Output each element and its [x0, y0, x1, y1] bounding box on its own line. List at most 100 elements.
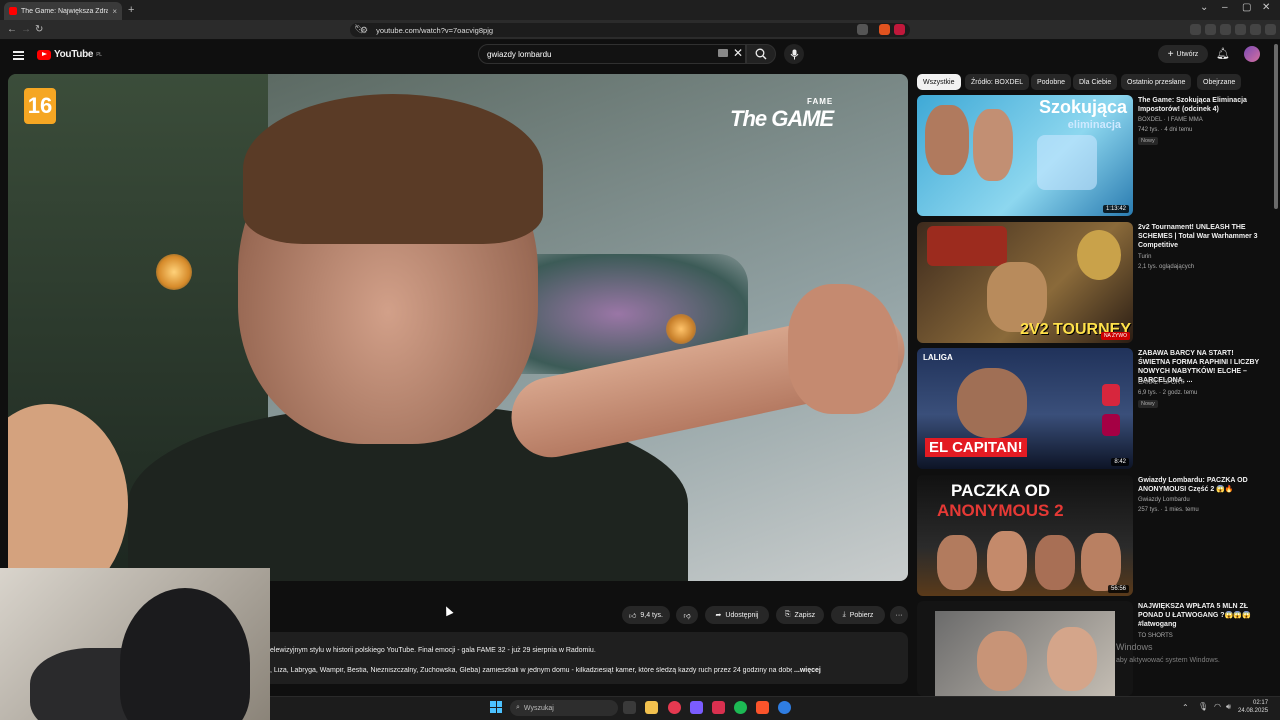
description-text: , Liza, Labryga, Wampir, Bestia, Nieznis…	[270, 667, 795, 674]
tab-title: The Game: Największa Zdrad	[21, 7, 109, 15]
forward-icon[interactable]: →	[21, 24, 31, 35]
close-window-button[interactable]: ✕	[1262, 2, 1270, 13]
thumbnail-figure	[927, 226, 1007, 266]
video-player[interactable]	[8, 74, 908, 581]
sidebar-icon[interactable]	[1205, 24, 1216, 35]
tab-search-icon[interactable]: ⌄	[1200, 2, 1208, 13]
chip-all[interactable]: Wszystkie	[917, 74, 961, 90]
hamburger-menu-icon[interactable]	[13, 49, 24, 62]
clock-date: 24.08.2025	[1238, 708, 1269, 714]
related-title[interactable]: The Game: Szokująca Eliminacja Impostoró…	[1138, 96, 1260, 114]
thumbnail-caption: PACZKA OD	[951, 481, 1051, 500]
search-input[interactable]: gwiazdy lombardu	[478, 44, 746, 64]
wifi-icon[interactable]: ◠	[1214, 702, 1221, 711]
chip-for-you[interactable]: Dla Ciebie	[1073, 74, 1118, 90]
windows-start-icon[interactable]	[490, 701, 502, 713]
create-button[interactable]: + Utwórz	[1158, 45, 1208, 63]
video-frame-lamp	[156, 254, 192, 290]
notifications-bell-icon[interactable]: 🔔︎	[1216, 47, 1230, 60]
taskbar-search[interactable]: ⌕ Wyszukaj	[510, 700, 618, 716]
webcam-overlay	[0, 568, 270, 720]
app-icon[interactable]	[712, 701, 725, 714]
related-channel[interactable]: Turin	[1138, 254, 1151, 260]
brave-rewards-icon[interactable]	[894, 24, 905, 35]
reload-icon[interactable]: ↻	[35, 24, 43, 35]
address-bar[interactable]: ⚙ youtube.com/watch?v=7oacvig8pjg	[350, 23, 910, 37]
related-thumbnail[interactable]: PACZKA OD ANONYMOUS 2 56:56	[917, 475, 1133, 596]
video-duration: 1:13:42	[1102, 205, 1129, 213]
thumbnail-caption: Szokująca	[1038, 97, 1127, 117]
related-thumbnail[interactable]: Szokująca eliminacja 1:13:42	[917, 95, 1133, 216]
discord-icon[interactable]	[690, 701, 703, 714]
user-avatar[interactable]	[1244, 46, 1260, 62]
youtube-logo[interactable]: YouTube PL	[37, 49, 102, 60]
page-scrollbar[interactable]	[1274, 44, 1278, 209]
video-frame-hand	[788, 284, 898, 414]
spotify-icon[interactable]	[734, 701, 747, 714]
brave-icon[interactable]	[756, 701, 769, 714]
related-channel[interactable]: BOXDEL · I FAME MMA	[1138, 117, 1203, 123]
microphone-icon[interactable]: 🎙︎	[1198, 702, 1208, 711]
tray-chevron-icon[interactable]: ⌃	[1182, 703, 1189, 712]
menu-icon[interactable]	[1265, 24, 1276, 35]
thumbnail-figure	[973, 109, 1013, 181]
brand-main: The GAME	[730, 106, 834, 131]
task-view-icon[interactable]	[623, 701, 636, 714]
dislike-button[interactable]: 👎︎	[676, 606, 698, 624]
club-crest-icon	[1102, 384, 1120, 406]
related-title[interactable]: 2v2 Tournament! UNLEASH THE SCHEMES | To…	[1138, 223, 1260, 250]
volume-icon[interactable]: 🔊︎	[1226, 702, 1231, 712]
file-explorer-icon[interactable]	[645, 701, 658, 714]
related-title[interactable]: Gwiazdy Lombardu: PACZKA OD ANONYMOUSI C…	[1138, 476, 1260, 494]
related-channel[interactable]: Gwiazdy Lombardu	[1138, 497, 1190, 503]
thumbnail-figure	[1081, 533, 1121, 591]
download-button[interactable]: ⤓ Pobierz	[831, 606, 885, 624]
related-title[interactable]: NAJWIĘKSZA WPŁATA 5 MLN ZŁ PONAD U ŁATWO…	[1138, 602, 1260, 629]
logo-text: YouTube	[54, 49, 94, 60]
clear-search-icon[interactable]: ✕	[733, 46, 743, 60]
keyboard-icon[interactable]	[718, 49, 728, 57]
bookmark-icon[interactable]: 🔖︎	[354, 24, 365, 35]
chip-watched[interactable]: Obejrzane	[1197, 74, 1242, 90]
maximize-button[interactable]: ▢	[1242, 2, 1251, 13]
app-icon[interactable]	[778, 701, 791, 714]
opera-icon[interactable]	[668, 701, 681, 714]
video-frame-hair	[243, 94, 543, 244]
tab-close-icon[interactable]: ×	[112, 7, 117, 16]
save-button[interactable]: ⎘ Zapisz	[776, 606, 824, 624]
download-icon: ⤓	[842, 611, 846, 618]
more-actions-button[interactable]: ···	[890, 606, 908, 624]
search-button[interactable]	[746, 44, 776, 64]
chip-recent[interactable]: Ostatnio przesłane	[1121, 74, 1192, 90]
minimize-button[interactable]: –	[1222, 2, 1228, 13]
new-badge: Nowy	[1138, 400, 1158, 408]
vpn-icon[interactable]	[1235, 24, 1246, 35]
cast-icon[interactable]	[857, 24, 868, 35]
logo-region: PL	[96, 51, 102, 58]
show-more-link[interactable]: ...więcej	[792, 667, 821, 674]
share-button[interactable]: ➦ Udostępnij	[705, 606, 769, 624]
brand-top: FAME	[807, 97, 834, 106]
related-channel[interactable]: TO SHORTS	[1138, 633, 1173, 639]
leo-icon[interactable]	[1250, 24, 1261, 35]
bookmark-add-icon: ⎘	[784, 611, 791, 618]
extension-icon[interactable]	[1190, 24, 1201, 35]
new-tab-button[interactable]: +	[128, 4, 134, 16]
brave-shield-icon[interactable]	[879, 24, 890, 35]
related-thumbnail[interactable]: 2V2 TOURNEY NA ŻYWO	[917, 222, 1133, 343]
browser-tab[interactable]: The Game: Największa Zdrad ×	[4, 2, 122, 20]
voice-search-button[interactable]	[784, 44, 804, 64]
like-button[interactable]: 👍︎ 9,4 tys.	[622, 606, 670, 624]
create-label: Utwórz	[1176, 50, 1199, 58]
related-thumbnail[interactable]	[917, 601, 1133, 696]
thumbnail-figure	[1037, 135, 1097, 190]
chip-source[interactable]: Źródło: BOXDEL	[965, 74, 1030, 90]
related-channel[interactable]: CANAL+ SPORT	[1138, 380, 1184, 386]
mouse-cursor-icon	[442, 604, 454, 617]
url-text: youtube.com/watch?v=7oacvig8pjg	[376, 25, 494, 35]
related-thumbnail[interactable]: LALIGA EL CAPITAN! 8:42	[917, 348, 1133, 469]
taskbar-clock[interactable]: 02:17 24.08.2025	[1238, 699, 1268, 715]
wallet-icon[interactable]	[1220, 24, 1231, 35]
back-icon[interactable]: ←	[7, 24, 17, 35]
chip-similar[interactable]: Podobne	[1031, 74, 1072, 90]
